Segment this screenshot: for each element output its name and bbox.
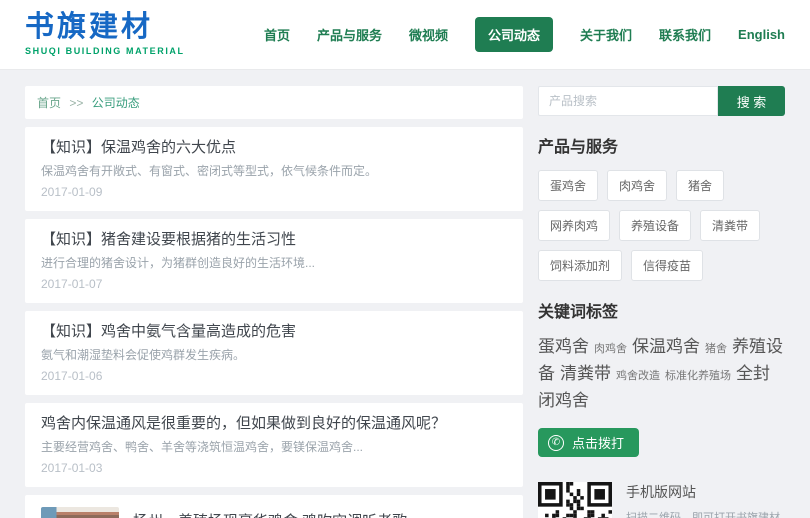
nav-item-link[interactable]: English <box>738 27 785 42</box>
article-date: 2017-01-03 <box>41 462 507 475</box>
keywords-heading: 关键词标签 <box>538 298 785 322</box>
site-header: 书旗建材 SHUQI BUILDING MATERIAL 首页 产品与服务 微视频 公… <box>0 0 810 70</box>
breadcrumb-separator: >> <box>69 96 83 110</box>
phone-icon: ✆ <box>548 435 564 451</box>
article-date: 2017-01-07 <box>41 278 507 291</box>
keyword-tag[interactable]: 鸡舍改造 <box>616 370 660 382</box>
article-card[interactable]: 扬州一养殖场现豪华鸡舍 鸡吹空调听老歌 2016-11-30 <box>25 495 523 518</box>
product-tag[interactable]: 网养肉鸡 <box>538 210 610 241</box>
product-tag[interactable]: 猪舍 <box>676 170 724 201</box>
product-tag[interactable]: 清粪带 <box>700 210 760 241</box>
article-title: 【知识】保温鸡舍的六大优点 <box>41 139 507 156</box>
article-date: 2017-01-06 <box>41 370 507 383</box>
breadcrumb-home-link[interactable]: 首页 <box>37 96 61 110</box>
article-card[interactable]: 【知识】猪舍建设要根据猪的生活习性 进行合理的猪舍设计，为猪群创造良好的生活环境… <box>25 219 523 303</box>
product-search: 搜 索 <box>538 86 785 116</box>
brand-logo[interactable]: 书旗建材 SHUQI BUILDING MATERIAL <box>25 13 185 56</box>
product-tag-list: 蛋鸡舍肉鸡舍猪舍网养肉鸡养殖设备清粪带饲料添加剂信得疫苗 <box>538 170 785 281</box>
nav-item-link[interactable]: 产品与服务 <box>317 25 382 44</box>
main-nav: 首页 产品与服务 微视频 公司动态 关于我们 联系我们 English <box>264 17 785 52</box>
article-summary: 主要经营鸡舍、鸭舍、羊舍等浇筑恒温鸡舍，要镁保温鸡舍... <box>41 441 507 454</box>
qr-code-image <box>538 482 612 518</box>
article-body: 【知识】鸡舍中氨气含量高造成的危害 氨气和潮湿垫料会促使鸡群发生疾病。 2017… <box>41 323 507 383</box>
article-summary: 进行合理的猪舍设计，为猪群创造良好的生活环境... <box>41 257 507 270</box>
product-tag[interactable]: 饲料添加剂 <box>538 250 622 281</box>
breadcrumb-current: 公司动态 <box>92 96 140 110</box>
article-thumbnail-image <box>41 507 119 518</box>
article-title: 扬州一养殖场现豪华鸡舍 鸡吹空调听老歌 <box>133 513 407 518</box>
article-body: 【知识】猪舍建设要根据猪的生活习性 进行合理的猪舍设计，为猪群创造良好的生活环境… <box>41 231 507 291</box>
article-summary: 保温鸡舍有开敞式、有窗式、密闭式等型式，依气候条件而定。 <box>41 165 507 178</box>
article-card[interactable]: 【知识】保温鸡舍的六大优点 保温鸡舍有开敞式、有窗式、密闭式等型式，依气候条件而… <box>25 127 523 211</box>
nav-item-link[interactable]: 关于我们 <box>580 25 632 44</box>
keyword-tag[interactable]: 猪舍 <box>705 343 727 355</box>
call-button-label: 点击拨打 <box>572 433 624 452</box>
keyword-tag[interactable]: 蛋鸡舍 <box>538 337 589 356</box>
article-title: 【知识】鸡舍中氨气含量高造成的危害 <box>41 323 507 340</box>
page-content: 首页 >> 公司动态 【知识】保温鸡舍的六大优点 保温鸡舍有开敞式、有窗式、密闭… <box>0 70 810 518</box>
nav-item-active[interactable]: 公司动态 <box>475 17 553 52</box>
article-card[interactable]: 【知识】鸡舍中氨气含量高造成的危害 氨气和潮湿垫料会促使鸡群发生疾病。 2017… <box>25 311 523 395</box>
qr-section-title: 手机版网站 <box>626 482 785 502</box>
article-summary: 氨气和潮湿垫料会促使鸡群发生疾病。 <box>41 349 507 362</box>
article-body: 【知识】保温鸡舍的六大优点 保温鸡舍有开敞式、有窗式、密闭式等型式，依气候条件而… <box>41 139 507 199</box>
article-body: 扬州一养殖场现豪华鸡舍 鸡吹空调听老歌 2016-11-30 <box>133 507 407 518</box>
call-button[interactable]: ✆ 点击拨打 <box>538 428 639 457</box>
article-column: 首页 >> 公司动态 【知识】保温鸡舍的六大优点 保温鸡舍有开敞式、有窗式、密闭… <box>25 86 523 518</box>
nav-item-link[interactable]: 微视频 <box>409 25 448 44</box>
nav-item-link[interactable]: 联系我们 <box>659 25 711 44</box>
qr-section-description: 扫描二维码，即可打开书旗建材手机版网站，随时随地浏览、收藏、分享最新动态及产品，… <box>626 509 785 518</box>
product-tag[interactable]: 信得疫苗 <box>631 250 703 281</box>
article-title: 鸡舍内保温通风是很重要的，但如果做到良好的保温通风呢？ <box>41 415 507 432</box>
qr-section: 手机版网站 扫描二维码，即可打开书旗建材手机版网站，随时随地浏览、收藏、分享最新… <box>538 482 785 518</box>
products-heading: 产品与服务 <box>538 133 785 157</box>
article-body: 鸡舍内保温通风是很重要的，但如果做到良好的保温通风呢？ 主要经营鸡舍、鸭舍、羊舍… <box>41 415 507 475</box>
product-tag[interactable]: 肉鸡舍 <box>607 170 667 201</box>
article-list: 【知识】保温鸡舍的六大优点 保温鸡舍有开敞式、有窗式、密闭式等型式，依气候条件而… <box>25 127 523 518</box>
breadcrumb: 首页 >> 公司动态 <box>25 86 523 119</box>
keyword-tag[interactable]: 肉鸡舍 <box>594 343 627 355</box>
product-tag[interactable]: 养殖设备 <box>619 210 691 241</box>
brand-subtitle: SHUQI BUILDING MATERIAL <box>25 46 185 56</box>
sidebar: 搜 索 产品与服务 蛋鸡舍肉鸡舍猪舍网养肉鸡养殖设备清粪带饲料添加剂信得疫苗 关… <box>538 86 785 518</box>
nav-item-link[interactable]: 首页 <box>264 25 290 44</box>
article-title: 【知识】猪舍建设要根据猪的生活习性 <box>41 231 507 248</box>
qr-sections: 手机版网站 扫描二维码，即可打开书旗建材手机版网站，随时随地浏览、收藏、分享最新… <box>538 482 785 518</box>
keyword-tag[interactable]: 保温鸡舍 <box>632 337 700 356</box>
search-button[interactable]: 搜 索 <box>718 86 785 116</box>
search-input[interactable] <box>538 86 718 116</box>
keyword-tag-cloud: 蛋鸡舍肉鸡舍保温鸡舍猪舍养殖设备清粪带鸡舍改造标准化养殖场全封闭鸡舍 <box>538 334 785 414</box>
keyword-tag[interactable]: 标准化养殖场 <box>665 370 731 382</box>
article-date: 2017-01-09 <box>41 186 507 199</box>
article-card[interactable]: 鸡舍内保温通风是很重要的，但如果做到良好的保温通风呢？ 主要经营鸡舍、鸭舍、羊舍… <box>25 403 523 487</box>
product-tag[interactable]: 蛋鸡舍 <box>538 170 598 201</box>
brand-name: 书旗建材 <box>25 13 185 42</box>
keyword-tag[interactable]: 清粪带 <box>560 364 611 383</box>
